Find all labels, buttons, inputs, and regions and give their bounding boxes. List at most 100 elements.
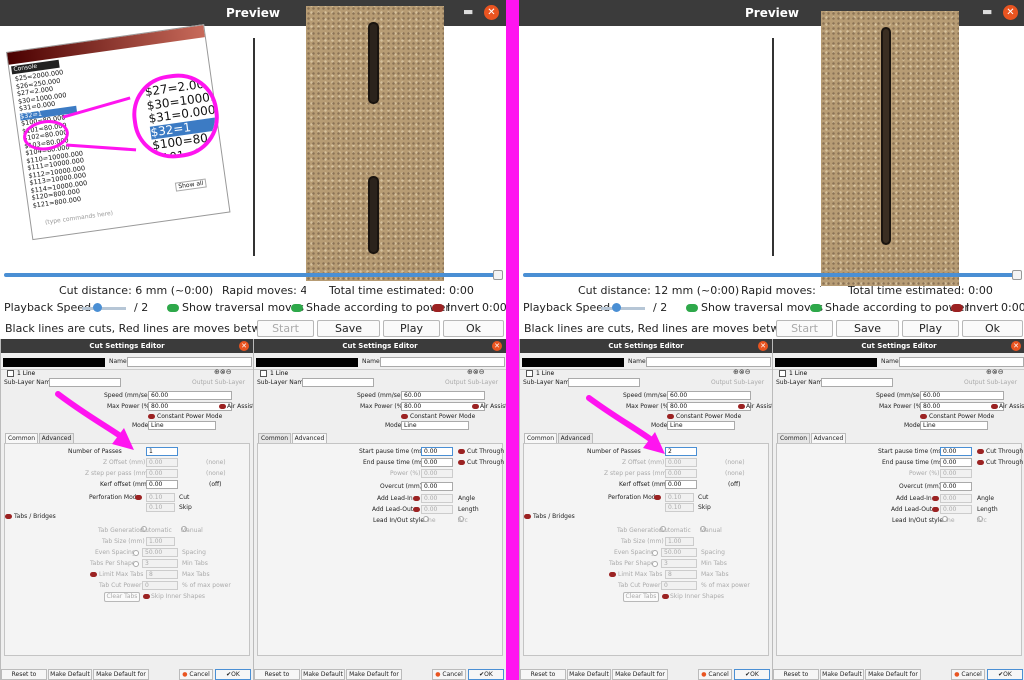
air-assist-toggle[interactable] xyxy=(219,404,226,409)
playback-speed-knob[interactable] xyxy=(612,303,621,312)
play-button[interactable]: Play xyxy=(902,320,959,337)
sublayer-input[interactable] xyxy=(821,378,893,387)
playback-speed-slider[interactable] xyxy=(601,307,645,310)
progress-slider[interactable] xyxy=(4,273,498,277)
traversal-toggle[interactable] xyxy=(686,304,698,312)
kerf-input[interactable]: 0.00 xyxy=(146,480,178,489)
end-cut-through-toggle[interactable] xyxy=(977,460,984,465)
power-pct-input[interactable]: 0.00 xyxy=(940,469,972,478)
kerf-input[interactable]: 0.00 xyxy=(665,480,697,489)
save-image-button[interactable]: Save Image xyxy=(836,320,899,350)
make-default-button[interactable]: Make Default xyxy=(567,669,611,680)
progress-slider[interactable] xyxy=(523,273,1017,277)
mode-select[interactable]: Line xyxy=(401,421,469,430)
minimize-icon[interactable]: ▬ xyxy=(982,5,992,19)
lead-in-toggle[interactable] xyxy=(932,496,939,501)
name-input[interactable] xyxy=(646,357,771,367)
max-tabs-input[interactable]: 8 xyxy=(665,570,697,579)
speed-input[interactable]: 60.00 xyxy=(401,391,485,400)
lead-out-input[interactable]: 0.00 xyxy=(421,505,453,514)
close-icon[interactable]: ✕ xyxy=(1003,5,1018,20)
layer-tool-icons[interactable]: ⊕⊗⊖ xyxy=(733,368,751,376)
tabs-per-shape-input[interactable]: 3 xyxy=(142,559,178,568)
make-default-button[interactable]: Make Default xyxy=(48,669,92,680)
tab-size-input[interactable]: 1.00 xyxy=(665,537,694,546)
sublayer-input[interactable] xyxy=(302,378,374,387)
shade-toggle[interactable] xyxy=(810,304,822,312)
make-default-all-button[interactable]: Make Default for All xyxy=(93,669,149,680)
progress-slider-handle[interactable] xyxy=(1012,270,1022,280)
mode-select[interactable]: Line xyxy=(148,421,216,430)
start-pause-input[interactable]: 0.00 xyxy=(421,447,453,456)
constant-power-toggle[interactable] xyxy=(148,414,155,419)
perforation-toggle[interactable] xyxy=(654,495,661,500)
ok-editor-button[interactable]: ✔OK xyxy=(734,669,770,680)
lead-out-toggle[interactable] xyxy=(413,507,420,512)
z-step-input[interactable]: 0.00 xyxy=(146,469,178,478)
lead-in-input[interactable]: 0.00 xyxy=(421,494,453,503)
even-spacing-radio[interactable] xyxy=(133,550,139,556)
skip-inner-toggle[interactable] xyxy=(143,594,150,599)
tab-cut-power-input[interactable]: 0 xyxy=(661,581,697,590)
overcut-input[interactable]: 0.00 xyxy=(421,482,453,491)
close-icon[interactable]: ✕ xyxy=(484,5,499,20)
start-here-button[interactable]: Start here xyxy=(776,320,833,350)
lead-in-toggle[interactable] xyxy=(413,496,420,501)
overcut-input[interactable]: 0.00 xyxy=(940,482,972,491)
limit-max-tabs-toggle[interactable] xyxy=(609,572,616,577)
invert-toggle[interactable] xyxy=(951,304,963,312)
limit-max-tabs-toggle[interactable] xyxy=(90,572,97,577)
sublayer-input[interactable] xyxy=(568,378,640,387)
layer-checkbox[interactable] xyxy=(526,370,533,377)
reset-default-button[interactable]: Reset to Default xyxy=(520,669,566,680)
ok-editor-button[interactable]: ✔OK xyxy=(215,669,251,680)
perforation-cut-input[interactable]: 0.10 xyxy=(665,493,694,502)
layer-tool-icons[interactable]: ⊕⊗⊖ xyxy=(467,368,485,376)
max-tabs-input[interactable]: 8 xyxy=(146,570,178,579)
make-default-all-button[interactable]: Make Default for All xyxy=(346,669,402,680)
start-pause-input[interactable]: 0.00 xyxy=(940,447,972,456)
perforation-skip-input[interactable]: 0.10 xyxy=(146,503,175,512)
end-cut-through-toggle[interactable] xyxy=(458,460,465,465)
perforation-toggle[interactable] xyxy=(135,495,142,500)
even-spacing-radio[interactable] xyxy=(652,550,658,556)
cancel-button[interactable]: ● Cancel xyxy=(432,669,466,680)
minimize-icon[interactable]: ▬ xyxy=(463,5,473,19)
skip-inner-toggle[interactable] xyxy=(662,594,669,599)
invert-toggle[interactable] xyxy=(432,304,444,312)
ok-editor-button[interactable]: ✔OK xyxy=(468,669,504,680)
name-input[interactable] xyxy=(380,357,505,367)
layer-tool-icons[interactable]: ⊕⊗⊖ xyxy=(214,368,232,376)
cancel-button[interactable]: ● Cancel xyxy=(179,669,213,680)
ok-button[interactable]: Ok xyxy=(443,320,504,337)
make-default-all-button[interactable]: Make Default for All xyxy=(612,669,668,680)
cancel-button[interactable]: ● Cancel xyxy=(951,669,985,680)
editor-close-icon[interactable]: ✕ xyxy=(1011,341,1021,351)
air-assist-toggle[interactable] xyxy=(991,404,998,409)
end-pause-input[interactable]: 0.00 xyxy=(940,458,972,467)
cancel-button[interactable]: ● Cancel xyxy=(698,669,732,680)
shade-toggle[interactable] xyxy=(291,304,303,312)
sublayer-input[interactable] xyxy=(49,378,121,387)
make-default-button[interactable]: Make Default xyxy=(301,669,345,680)
editor-close-icon[interactable]: ✕ xyxy=(239,341,249,351)
air-assist-toggle[interactable] xyxy=(738,404,745,409)
reset-default-button[interactable]: Reset to Default xyxy=(254,669,300,680)
clear-tabs-button[interactable]: Clear Tabs xyxy=(623,592,659,602)
tab-size-input[interactable]: 1.00 xyxy=(146,537,175,546)
spacing-input[interactable]: 50.00 xyxy=(142,548,178,557)
power-pct-input[interactable]: 0.00 xyxy=(421,469,453,478)
make-default-button[interactable]: Make Default xyxy=(820,669,864,680)
perforation-skip-input[interactable]: 0.10 xyxy=(665,503,694,512)
name-input[interactable] xyxy=(127,357,252,367)
reset-default-button[interactable]: Reset to Default xyxy=(1,669,47,680)
start-cut-through-toggle[interactable] xyxy=(977,449,984,454)
air-assist-toggle[interactable] xyxy=(472,404,479,409)
end-pause-input[interactable]: 0.00 xyxy=(421,458,453,467)
tab-cut-power-input[interactable]: 0 xyxy=(142,581,178,590)
ok-button[interactable]: Ok xyxy=(962,320,1023,337)
speed-input[interactable]: 60.00 xyxy=(148,391,232,400)
tabs-per-shape-radio[interactable] xyxy=(133,561,139,567)
start-cut-through-toggle[interactable] xyxy=(458,449,465,454)
name-input[interactable] xyxy=(899,357,1024,367)
